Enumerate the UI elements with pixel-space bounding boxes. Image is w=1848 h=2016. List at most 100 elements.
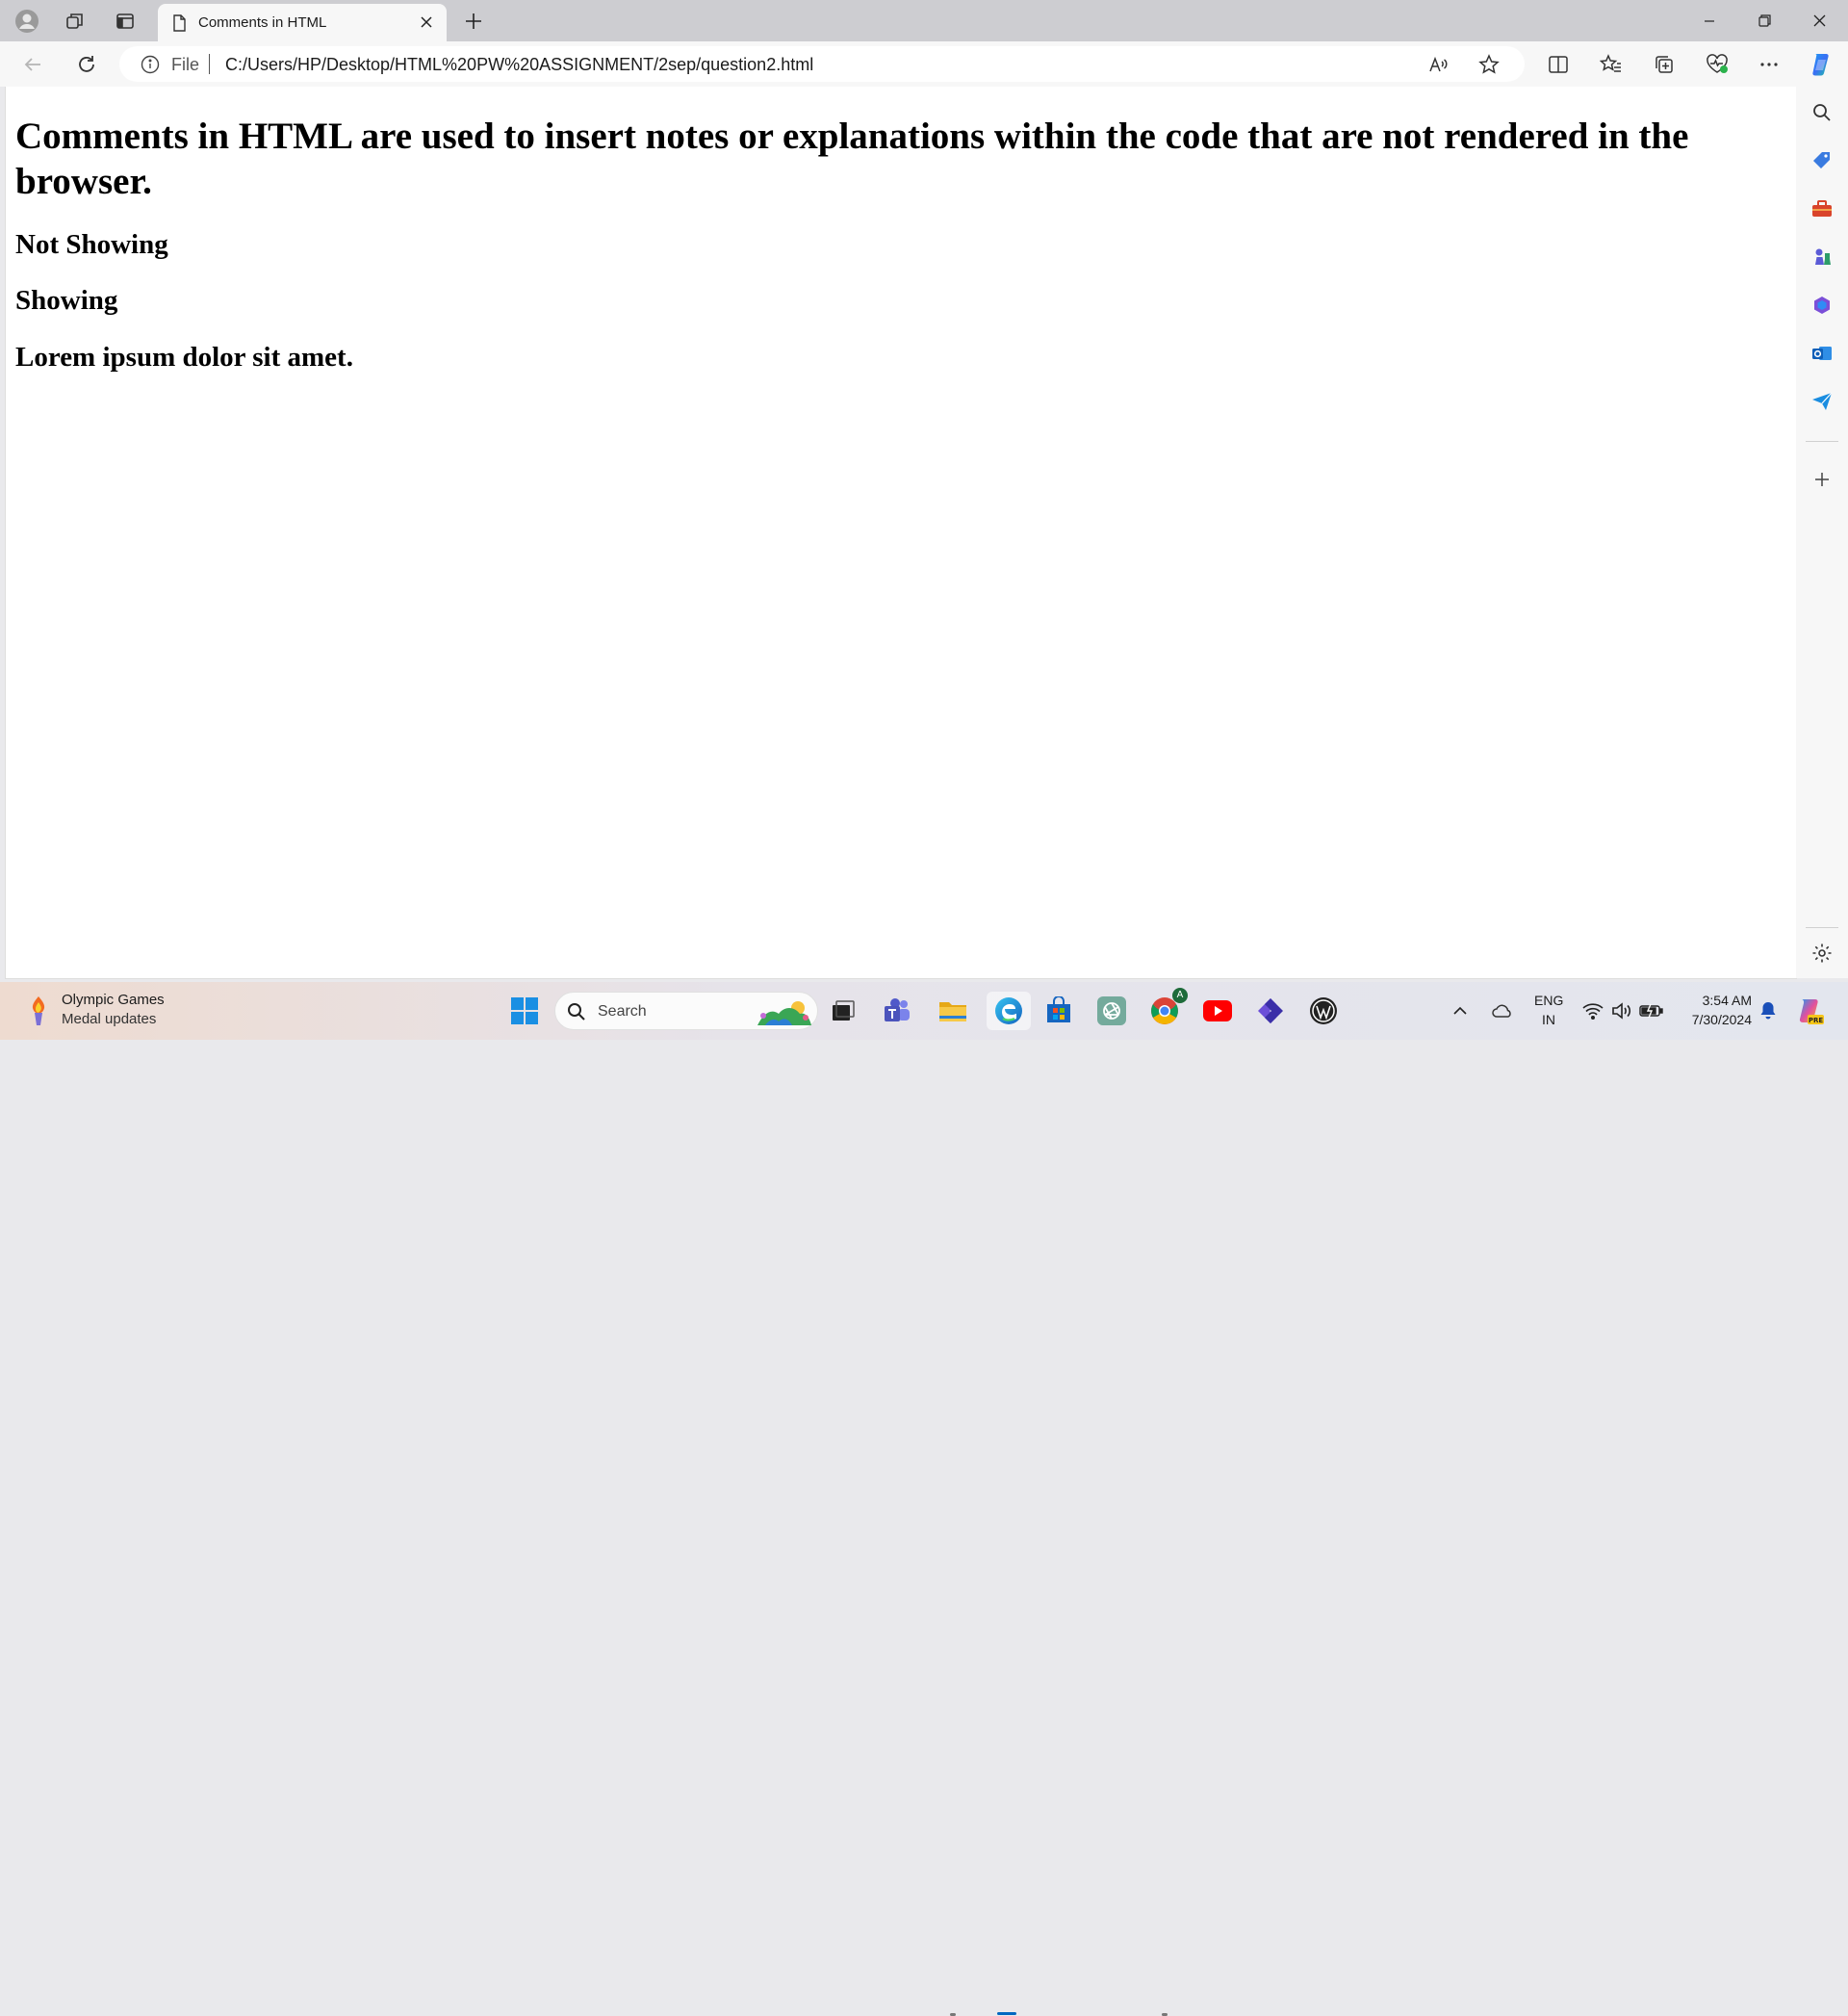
document-icon — [173, 13, 186, 32]
refresh-button[interactable] — [69, 47, 104, 82]
sidebar-search-button[interactable] — [1805, 95, 1839, 130]
onedrive-button[interactable] — [1487, 992, 1518, 1030]
teams-button[interactable] — [878, 992, 916, 1030]
close-window-button[interactable] — [1792, 0, 1846, 41]
tab-close-button[interactable] — [418, 13, 435, 31]
split-screen-button[interactable] — [1541, 47, 1576, 82]
wifi-button[interactable] — [1578, 992, 1607, 1030]
plus-icon — [1815, 473, 1829, 486]
sidebar-office-button[interactable] — [1805, 288, 1839, 323]
toolbox-icon — [1812, 200, 1832, 217]
browser-titlebar: Comments in HTML — [0, 0, 1848, 41]
url-text[interactable]: C:/Users/HP/Desktop/HTML%20PW%20ASSIGNME… — [225, 55, 813, 75]
start-button[interactable] — [505, 992, 544, 1030]
search-icon — [568, 1003, 585, 1021]
language-bottom[interactable]: IN — [1534, 1012, 1563, 1027]
settings-more-button[interactable] — [1752, 47, 1786, 82]
chatgpt-icon — [1097, 996, 1126, 1025]
shopping-tag-icon — [1813, 152, 1830, 168]
search-icon — [1813, 104, 1831, 121]
file-explorer-button[interactable] — [934, 992, 972, 1030]
favorites-button[interactable] — [1594, 47, 1629, 82]
chrome-profile-badge: A — [1172, 988, 1188, 1003]
speaker-icon — [1612, 1002, 1631, 1020]
restore-button[interactable] — [1737, 0, 1791, 41]
sidebar-tools-button[interactable] — [1805, 192, 1839, 226]
favorites-icon — [1600, 54, 1621, 72]
refresh-icon — [79, 56, 94, 72]
notifications-button[interactable] — [1754, 992, 1783, 1030]
clock-time[interactable]: 3:54 AM — [1675, 993, 1752, 1008]
new-tab-button[interactable] — [454, 6, 493, 37]
vertical-tabs-button[interactable] — [106, 6, 144, 37]
sidebar-drop-button[interactable] — [1805, 384, 1839, 419]
dev-app-button[interactable] — [1251, 992, 1290, 1030]
search-highlight-icon — [757, 1001, 811, 1025]
folder-icon — [939, 1002, 966, 1021]
minimize-button[interactable] — [1682, 0, 1736, 41]
sidebar-settings-button[interactable] — [1805, 936, 1839, 970]
svg-text:PRE: PRE — [1809, 1017, 1824, 1024]
sidebar-add-button[interactable] — [1805, 462, 1839, 497]
wordpress-icon — [1310, 997, 1337, 1024]
edge-button[interactable] — [987, 992, 1031, 1030]
outlook-icon — [1812, 347, 1832, 360]
tab-comments-in-html[interactable]: Comments in HTML — [158, 4, 447, 41]
chess-piece-icon — [1815, 248, 1831, 265]
info-icon[interactable] — [141, 55, 160, 74]
copilot-pre-icon: PRE — [1799, 999, 1824, 1024]
edge-icon — [995, 997, 1022, 1024]
chatgpt-button[interactable] — [1092, 992, 1131, 1030]
collections-button[interactable] — [1647, 47, 1681, 82]
copilot-taskbar-button[interactable]: PRE — [1790, 992, 1829, 1030]
workspaces-button[interactable] — [56, 6, 94, 37]
widget-subtitle[interactable]: Medal updates — [62, 1011, 156, 1027]
wifi-icon — [1582, 1003, 1604, 1020]
store-icon — [1047, 996, 1070, 1022]
browser-essentials-button[interactable] — [1700, 47, 1734, 82]
task-view-icon — [833, 1000, 855, 1021]
browser-toolbar: File C:/Users/HP/Desktop/HTML%20PW%20ASS… — [0, 41, 1848, 87]
youtube-icon — [1203, 1000, 1232, 1021]
store-button[interactable] — [1040, 992, 1078, 1030]
taskbar-search[interactable]: Search — [554, 992, 818, 1030]
widgets-button[interactable] — [19, 992, 58, 1030]
sidebar-divider — [1806, 441, 1838, 442]
task-view-button[interactable] — [824, 992, 862, 1030]
address-bar[interactable]: File C:/Users/HP/Desktop/HTML%20PW%20ASS… — [119, 46, 1525, 82]
profile-button[interactable] — [8, 6, 46, 37]
widget-title[interactable]: Olympic Games — [62, 992, 165, 1008]
scheme-label: File — [171, 55, 200, 74]
read-aloud-button[interactable] — [1425, 52, 1450, 77]
windows-logo-icon — [511, 997, 538, 1024]
battery-button[interactable] — [1636, 992, 1667, 1030]
page-viewport: Comments in HTML are used to insert note… — [5, 87, 1797, 979]
language-top[interactable]: ENG — [1534, 993, 1563, 1008]
favorite-star-button[interactable] — [1476, 52, 1502, 77]
wordpress-button[interactable] — [1304, 992, 1343, 1030]
battery-charging-icon — [1639, 1003, 1663, 1019]
line-not-showing: Not Showing — [15, 229, 168, 260]
sidebar-divider-bottom — [1806, 927, 1838, 928]
close-icon — [421, 16, 432, 28]
windows-taskbar: Olympic Games Medal updates Search A ENG… — [0, 982, 1848, 2016]
cloud-icon — [1492, 1004, 1511, 1018]
line-lorem-ipsum: Lorem ipsum dolor sit amet. — [15, 342, 353, 373]
clock-date[interactable]: 7/30/2024 — [1675, 1012, 1752, 1027]
line-showing: Showing — [15, 285, 118, 316]
copilot-button[interactable] — [1804, 47, 1838, 82]
show-hidden-icons-button[interactable] — [1446, 992, 1475, 1030]
workspaces-icon — [66, 13, 83, 29]
sidebar-games-button[interactable] — [1805, 240, 1839, 274]
star-icon — [1478, 54, 1500, 74]
gear-icon — [1812, 943, 1832, 963]
sidebar-shopping-button[interactable] — [1805, 143, 1839, 178]
youtube-button[interactable] — [1198, 992, 1237, 1030]
chevron-up-icon — [1453, 1006, 1467, 1015]
torch-icon — [32, 996, 45, 1025]
chrome-button[interactable]: A — [1145, 988, 1188, 1030]
volume-button[interactable] — [1607, 992, 1636, 1030]
back-button[interactable] — [15, 47, 50, 82]
sidebar-outlook-button[interactable] — [1805, 336, 1839, 371]
paper-plane-icon — [1812, 392, 1833, 410]
